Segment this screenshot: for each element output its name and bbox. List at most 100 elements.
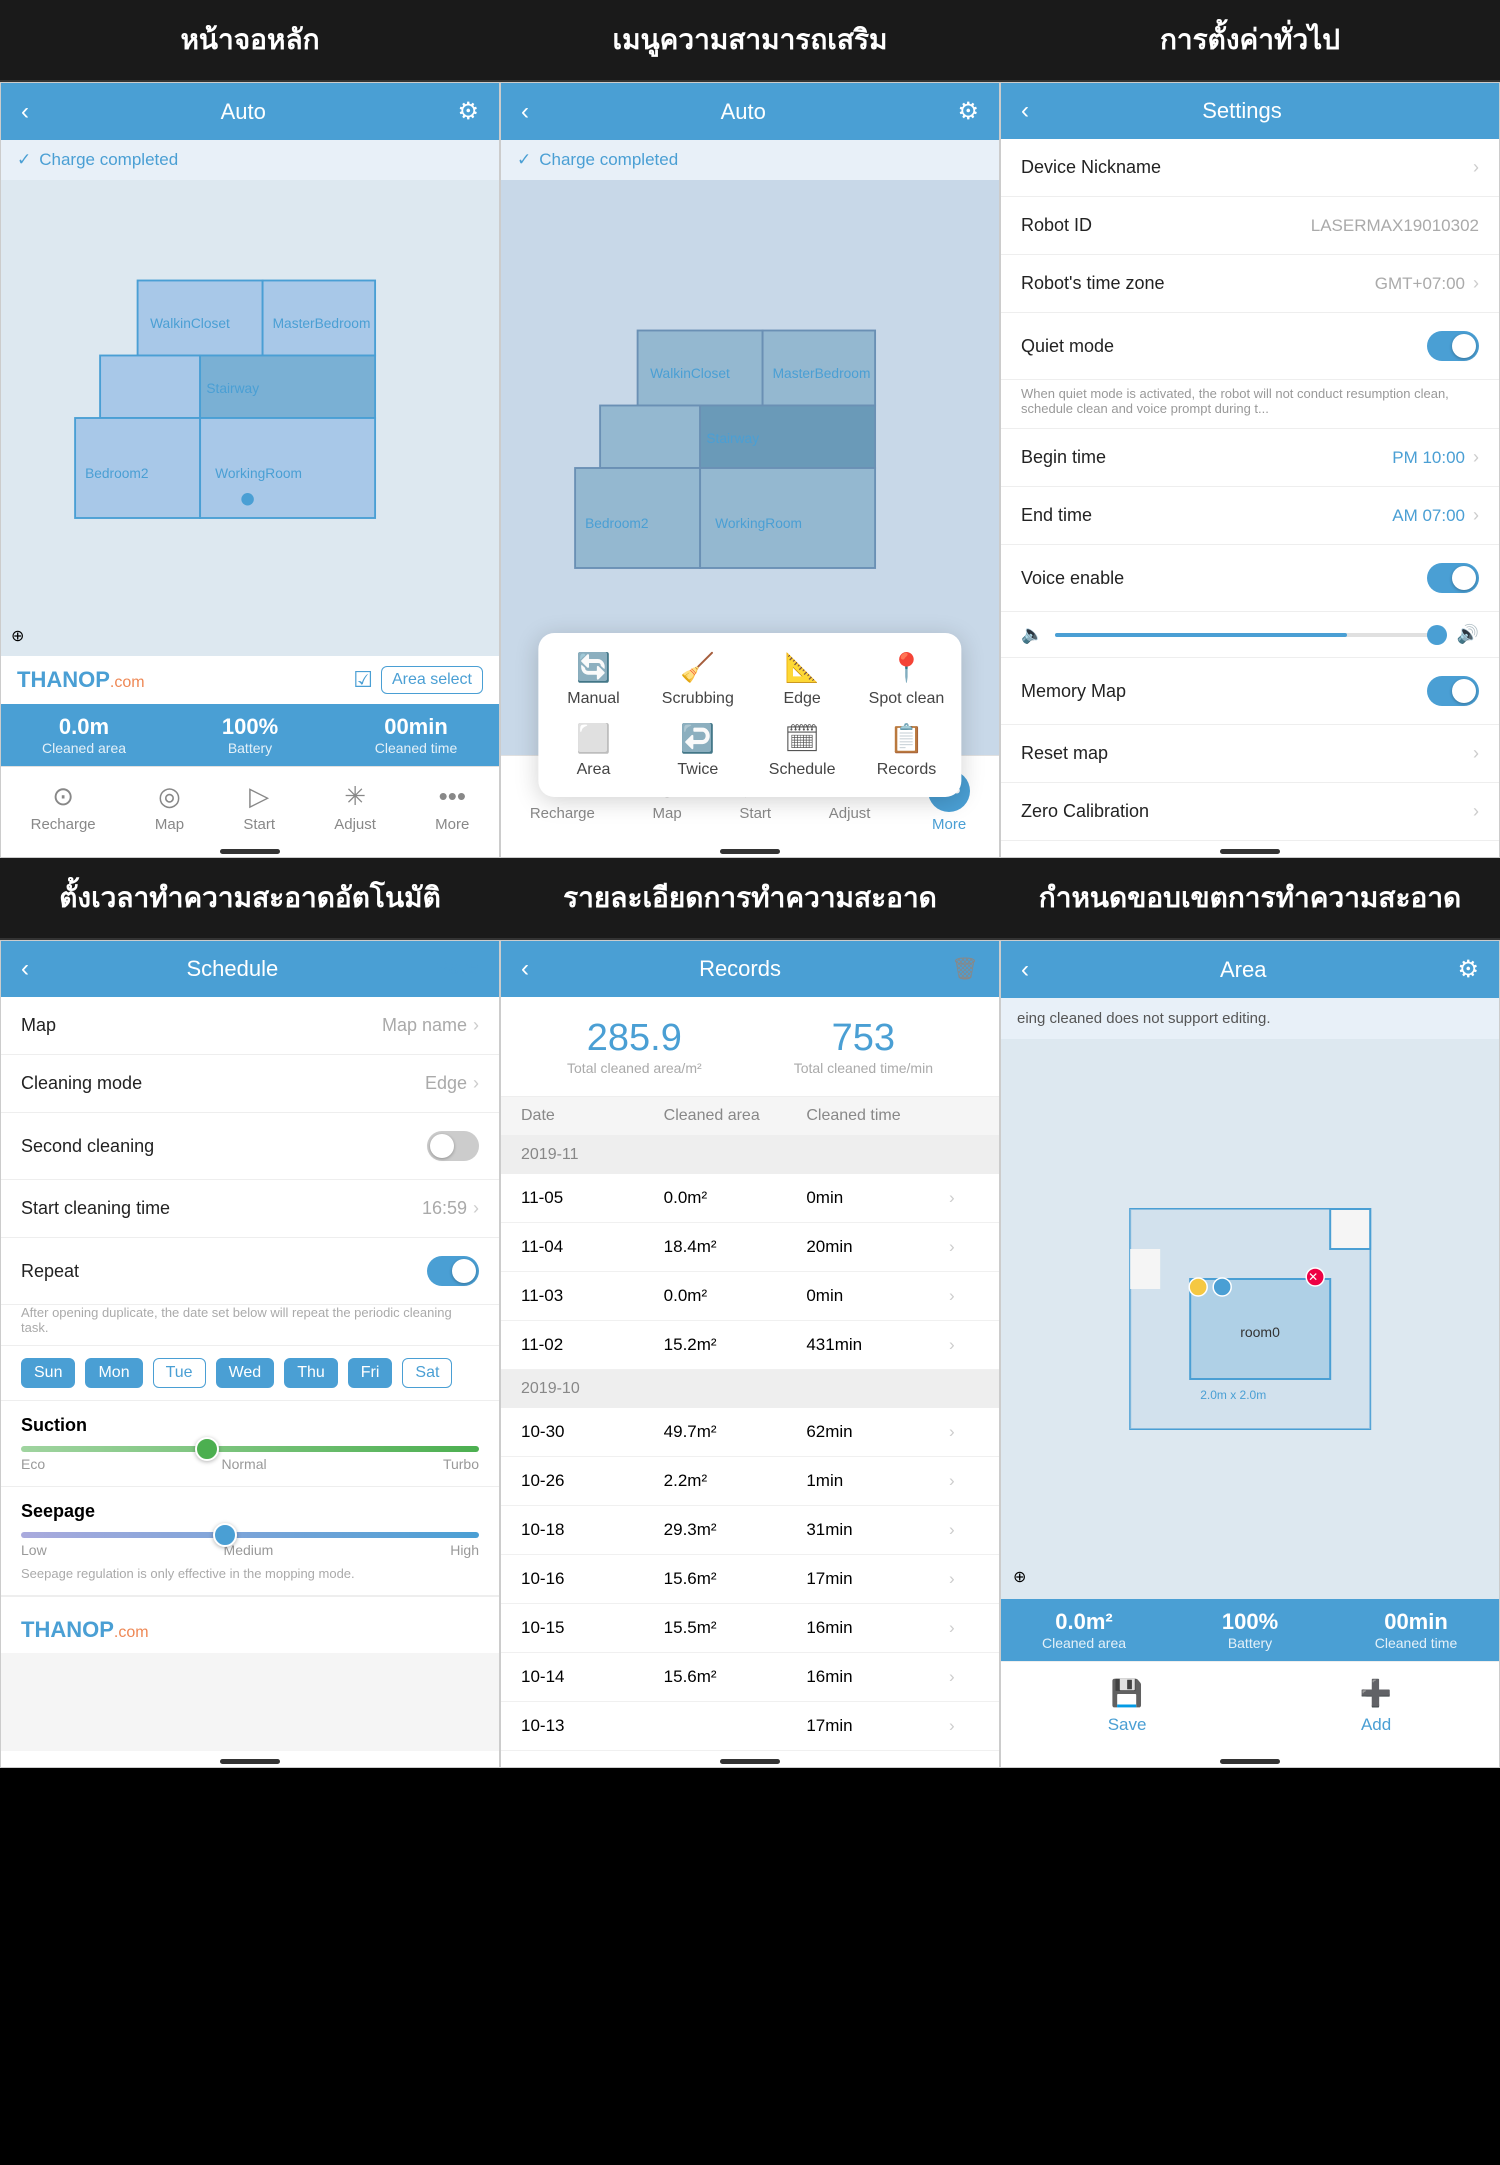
schedule-cleaning-mode-row[interactable]: Cleaning mode Edge ›	[1, 1055, 499, 1113]
begin-time-label: Begin time	[1021, 447, 1106, 468]
settings-zero-calibration[interactable]: Zero Calibration ›	[1001, 783, 1499, 841]
volume-row: 🔈 🔊	[1001, 612, 1499, 658]
suction-label: Suction	[21, 1415, 479, 1436]
settings-memory-map[interactable]: Memory Map	[1001, 658, 1499, 725]
seepage-slider-track[interactable]	[21, 1532, 479, 1538]
day-mon[interactable]: Mon	[85, 1358, 142, 1388]
area-back-icon[interactable]: ‹	[1021, 956, 1029, 984]
popup-edge[interactable]: 📐 Edge	[757, 651, 847, 708]
seepage-slider-labels: Low Medium High	[21, 1542, 479, 1558]
popup-records[interactable]: 📋 Records	[861, 722, 951, 779]
crosshair-icon[interactable]: ⊕	[11, 626, 24, 646]
date-10-15: 10-15	[521, 1618, 664, 1638]
day-fri[interactable]: Fri	[348, 1358, 393, 1388]
more-check-icon: ✓	[517, 150, 531, 170]
popup-manual[interactable]: 🔄 Manual	[548, 651, 638, 708]
zero-calibration-chevron: ›	[1473, 801, 1479, 822]
record-10-18[interactable]: 10-18 29.3m² 31min ›	[501, 1506, 999, 1555]
record-11-02[interactable]: 11-02 15.2m² 431min ›	[501, 1321, 999, 1370]
popup-schedule[interactable]: 🗓 Schedule	[757, 722, 847, 779]
time-10-18: 31min	[806, 1520, 949, 1540]
settings-reset-map[interactable]: Reset map ›	[1001, 725, 1499, 783]
settings-voice-enable[interactable]: Voice enable	[1001, 545, 1499, 612]
day-tue[interactable]: Tue	[153, 1358, 206, 1388]
settings-back-icon[interactable]: ‹	[1021, 97, 1029, 125]
volume-slider-track[interactable]	[1055, 633, 1444, 637]
settings-device-nickname[interactable]: Device Nickname ›	[1001, 139, 1499, 197]
voice-enable-toggle[interactable]	[1427, 563, 1479, 593]
nav-recharge[interactable]: ⊙ Recharge	[31, 781, 96, 833]
records-back-icon[interactable]: ‹	[521, 955, 529, 983]
second-cleaning-toggle[interactable]	[427, 1131, 479, 1161]
time-10-16: 17min	[806, 1569, 949, 1589]
area-stat-battery-label: Battery	[1167, 1635, 1333, 1651]
record-10-15[interactable]: 10-15 15.5m² 16min ›	[501, 1604, 999, 1653]
area-stats: 0.0m² Cleaned area 100% Battery 00min Cl…	[1001, 1599, 1499, 1661]
stat-area-label: Cleaned area	[1, 740, 167, 756]
back-icon[interactable]: ‹	[21, 98, 29, 126]
record-11-03[interactable]: 11-03 0.0m² 0min ›	[501, 1272, 999, 1321]
end-time-value: AM 07:00	[1392, 506, 1465, 526]
day-sun[interactable]: Sun	[21, 1358, 75, 1388]
schedule-second-cleaning-row[interactable]: Second cleaning	[1, 1113, 499, 1180]
area-settings-icon[interactable]: ⚙	[1457, 955, 1479, 984]
main-map-area[interactable]: WalkinCloset MasterBedroom Stairway Bedr…	[1, 180, 499, 656]
popup-twice[interactable]: ↩️ Twice	[653, 722, 743, 779]
day-thu[interactable]: Thu	[284, 1358, 338, 1388]
records-screen: ‹ Records 🗑 285.9 Total cleaned area/m² …	[500, 940, 1000, 1768]
settings-begin-time[interactable]: Begin time PM 10:00 ›	[1001, 429, 1499, 487]
memory-map-toggle[interactable]	[1427, 676, 1479, 706]
record-10-14[interactable]: 10-14 15.6m² 16min ›	[501, 1653, 999, 1702]
record-10-30[interactable]: 10-30 49.7m² 62min ›	[501, 1408, 999, 1457]
day-wed[interactable]: Wed	[216, 1358, 275, 1388]
area-add-btn[interactable]: ➕ Add	[1360, 1678, 1392, 1735]
schedule-back-icon[interactable]: ‹	[21, 955, 29, 983]
area-crosshair-icon[interactable]: ⊕	[1013, 1567, 1026, 1587]
settings-end-time[interactable]: End time AM 07:00 ›	[1001, 487, 1499, 545]
more-back-icon[interactable]: ‹	[521, 98, 529, 126]
section-header-settings: การตั้งค่าทั่วไป	[1000, 0, 1500, 82]
record-11-04[interactable]: 11-04 18.4m² 20min ›	[501, 1223, 999, 1272]
section-header-schedule: ตั้งเวลาทำความสะอาดอัตโนมัติ	[0, 858, 500, 940]
popup-spot-clean[interactable]: 📍 Spot clean	[861, 651, 951, 708]
nav-adjust[interactable]: ✳ Adjust	[334, 781, 376, 833]
record-10-13[interactable]: 10-13 17min ›	[501, 1702, 999, 1751]
record-10-16[interactable]: 10-16 15.6m² 17min ›	[501, 1555, 999, 1604]
more-settings-icon[interactable]: ⚙	[957, 97, 979, 126]
reset-map-chevron: ›	[1473, 743, 1479, 764]
nav-more[interactable]: ••• More	[435, 781, 469, 833]
record-10-26[interactable]: 10-26 2.2m² 1min ›	[501, 1457, 999, 1506]
schedule-save-btn[interactable]: Save	[436, 958, 479, 980]
quiet-mode-label: Quiet mode	[1021, 336, 1114, 357]
suction-slider-track[interactable]	[21, 1446, 479, 1452]
settings-icon[interactable]: ⚙	[457, 97, 479, 126]
seepage-low: Low	[21, 1542, 47, 1558]
settings-list: Device Nickname › Robot ID LASERMAX19010…	[1001, 139, 1499, 841]
popup-scrubbing[interactable]: 🧹 Scrubbing	[653, 651, 743, 708]
schedule-screen: ‹ Schedule Save Map Map name › Cleaning …	[0, 940, 500, 1768]
record-chevron-3: ›	[949, 1286, 979, 1306]
nav-start[interactable]: ▷ Start	[243, 781, 275, 833]
repeat-toggle[interactable]	[427, 1256, 479, 1286]
more-icon: •••	[439, 781, 466, 812]
schedule-nav-title: Schedule	[186, 956, 278, 982]
area-save-btn[interactable]: 💾 Save	[1108, 1678, 1147, 1735]
edge-icon: 📐	[785, 651, 820, 684]
schedule-map-row[interactable]: Map Map name ›	[1, 997, 499, 1055]
trash-icon[interactable]: 🗑	[951, 956, 979, 982]
day-sat[interactable]: Sat	[402, 1358, 452, 1388]
nav-map[interactable]: ◎ Map	[155, 781, 184, 833]
schedule-start-time-row[interactable]: Start cleaning time 16:59 ›	[1, 1180, 499, 1238]
main-screen: ‹ Auto ⚙ ✓ Charge completed WalkinCloset…	[0, 82, 500, 858]
quiet-mode-toggle[interactable]	[1427, 331, 1479, 361]
area-map[interactable]: room0 2.0m x 2.0m ✕ ⊕	[1001, 1039, 1499, 1599]
logo-text: THANOP	[17, 667, 110, 692]
area-select-btn[interactable]: Area select	[381, 666, 483, 694]
settings-quiet-mode[interactable]: Quiet mode	[1001, 313, 1499, 380]
record-11-05[interactable]: 11-05 0.0m² 0min ›	[501, 1174, 999, 1223]
popup-records-label: Records	[877, 761, 937, 779]
recharge-icon: ⊙	[52, 781, 74, 812]
schedule-repeat-row[interactable]: Repeat	[1, 1238, 499, 1305]
settings-timezone[interactable]: Robot's time zone GMT+07:00 ›	[1001, 255, 1499, 313]
popup-area[interactable]: ⬜ Area	[548, 722, 638, 779]
